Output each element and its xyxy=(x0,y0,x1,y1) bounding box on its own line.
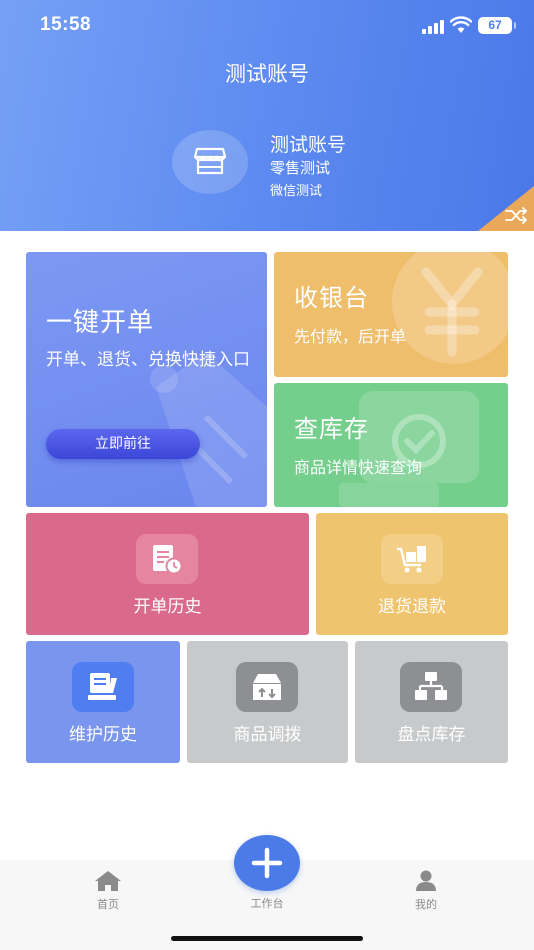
return-refund-card[interactable]: 退货退款 xyxy=(316,513,508,635)
order-history-label: 开单历史 xyxy=(133,597,202,617)
header: 15:58 67 测试账号 测试账号 零售测试 微信测试 xyxy=(0,0,534,231)
cashier-desc: 先付款，后开单 xyxy=(294,327,407,346)
quick-order-desc: 开单、退货、兑换快捷入口 xyxy=(46,350,250,370)
quick-order-card[interactable]: 一键开单 开单、退货、兑换快捷入口 立即前往 xyxy=(26,252,267,507)
workbench-fab-button[interactable] xyxy=(234,835,300,891)
order-history-card[interactable]: 开单历史 xyxy=(26,513,309,635)
maintenance-history-card[interactable]: 维护历史 xyxy=(26,641,180,763)
maintenance-history-label: 维护历史 xyxy=(69,725,137,745)
stock-card[interactable]: 查库存 商品详情快速查询 xyxy=(274,383,508,507)
inventory-count-card[interactable]: 盘点库存 xyxy=(355,641,508,763)
stock-desc: 商品详情快速查询 xyxy=(294,458,423,477)
edit-document-icon xyxy=(72,662,134,712)
tab-home[interactable]: 首页 xyxy=(68,870,148,912)
tab-mine-label: 我的 xyxy=(415,898,437,911)
document-clock-icon xyxy=(136,534,198,584)
yen-coin-decoration-icon xyxy=(392,252,508,364)
plus-icon xyxy=(251,847,283,879)
battery-icon: 67 xyxy=(478,17,516,34)
home-indicator xyxy=(171,936,363,941)
inventory-count-label: 盘点库存 xyxy=(397,725,466,745)
status-time: 15:58 xyxy=(40,14,92,35)
return-refund-label: 退货退款 xyxy=(378,597,446,617)
stock-title: 查库存 xyxy=(294,415,369,443)
tab-mine[interactable]: 我的 xyxy=(386,870,466,912)
cashier-title: 收银台 xyxy=(294,284,369,312)
status-bar: 15:58 67 xyxy=(0,0,534,52)
store-subtitle-2: 微信测试 xyxy=(270,184,323,199)
product-transfer-label: 商品调拨 xyxy=(233,725,302,745)
store-name: 测试账号 xyxy=(270,134,347,156)
store-subtitle-1: 零售测试 xyxy=(270,159,331,177)
go-now-button[interactable]: 立即前往 xyxy=(46,429,200,459)
page-title: 测试账号 xyxy=(225,62,309,86)
transfer-box-icon xyxy=(236,662,298,712)
hierarchy-icon xyxy=(400,662,462,712)
quick-order-title: 一键开单 xyxy=(46,308,155,338)
cart-return-icon xyxy=(381,534,443,584)
monitor-check-decoration-icon xyxy=(339,391,479,507)
cellular-signal-icon xyxy=(422,20,444,34)
user-icon xyxy=(416,870,436,891)
tab-home-label: 首页 xyxy=(97,898,119,911)
switch-store-button[interactable] xyxy=(478,186,534,231)
store-avatar xyxy=(172,130,248,194)
store-icon xyxy=(194,147,226,175)
wifi-icon xyxy=(449,16,473,34)
tab-workbench-label: 工作台 xyxy=(250,897,284,910)
home-icon xyxy=(95,871,121,891)
product-transfer-card[interactable]: 商品调拨 xyxy=(187,641,348,763)
cashier-card[interactable]: 收银台 先付款，后开单 xyxy=(274,252,508,377)
